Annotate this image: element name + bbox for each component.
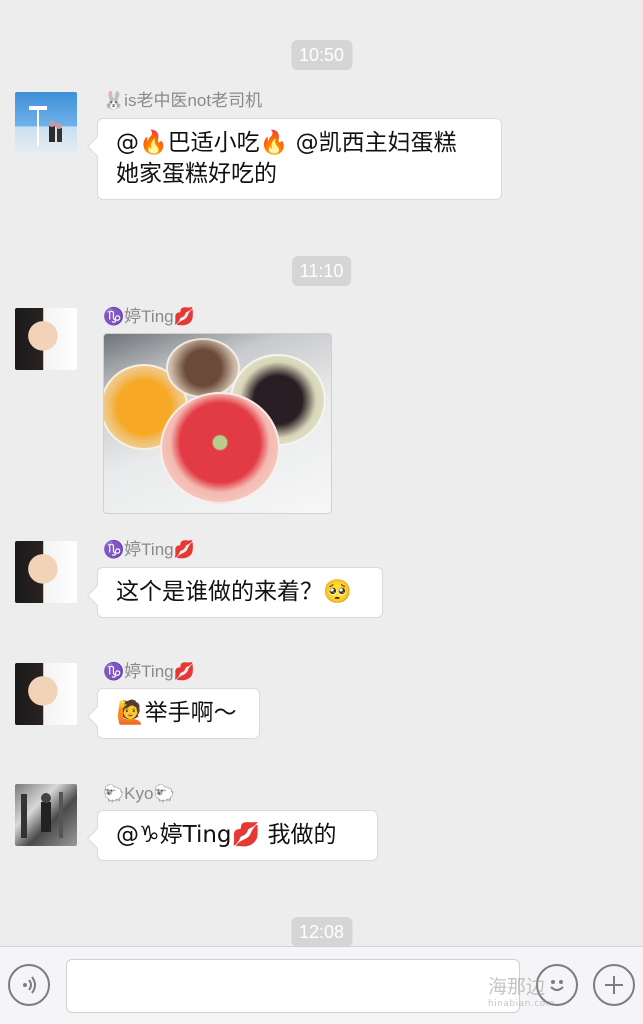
- message-image[interactable]: [103, 333, 332, 514]
- message-text: 这个是谁做的来着？🥺: [116, 579, 352, 605]
- timestamp: 11:10: [291, 256, 352, 286]
- message-bubble[interactable]: 🙋举手啊～: [97, 688, 260, 739]
- message-input[interactable]: [66, 959, 520, 1013]
- avatar[interactable]: [15, 663, 77, 725]
- avatar[interactable]: [15, 92, 77, 154]
- chat-area: 10:50 🐰is老中医not老司机 @🔥巴适小吃🔥 @凯西主妇蛋糕 她家蛋糕好…: [0, 0, 643, 946]
- watermark-sub: hinabian.com: [488, 999, 555, 1009]
- sender-name: 🐑Kyo🐑: [103, 784, 175, 803]
- message-bubble[interactable]: @♑婷Ting💋 我做的: [97, 810, 378, 861]
- watermark: 海那边 hinabian.com: [488, 972, 555, 1009]
- sender-name: ♑婷Ting💋: [103, 540, 195, 559]
- sender-name: ♑婷Ting💋: [103, 662, 195, 681]
- timestamp: 12:08: [290, 917, 353, 946]
- dessert-cup: [160, 392, 280, 504]
- message-bubble[interactable]: @🔥巴适小吃🔥 @凯西主妇蛋糕 她家蛋糕好吃的: [97, 118, 502, 200]
- avatar[interactable]: [15, 308, 77, 370]
- plus-glyph: [605, 976, 623, 994]
- message-text-line: @🔥巴适小吃🔥 @凯西主妇蛋糕: [116, 130, 457, 156]
- message-bubble[interactable]: 这个是谁做的来着？🥺: [97, 567, 383, 618]
- watermark-text: 海那边: [488, 976, 546, 998]
- voice-icon[interactable]: [8, 964, 50, 1006]
- avatar-photo: [29, 106, 62, 146]
- sender-name: ♑婷Ting💋: [103, 307, 195, 326]
- message-text: 🙋举手啊～: [116, 700, 237, 726]
- sender-name: 🐰is老中医not老司机: [103, 91, 263, 110]
- message-text: @♑婷Ting💋 我做的: [116, 822, 337, 848]
- avatar[interactable]: [15, 784, 77, 846]
- avatar[interactable]: [15, 541, 77, 603]
- timestamp: 10:50: [290, 40, 353, 70]
- plus-icon[interactable]: [593, 964, 635, 1006]
- message-text-line: 她家蛋糕好吃的: [116, 161, 277, 187]
- voice-glyph: [23, 976, 36, 994]
- dessert-cup: [166, 338, 240, 398]
- avatar-photo: [21, 792, 63, 838]
